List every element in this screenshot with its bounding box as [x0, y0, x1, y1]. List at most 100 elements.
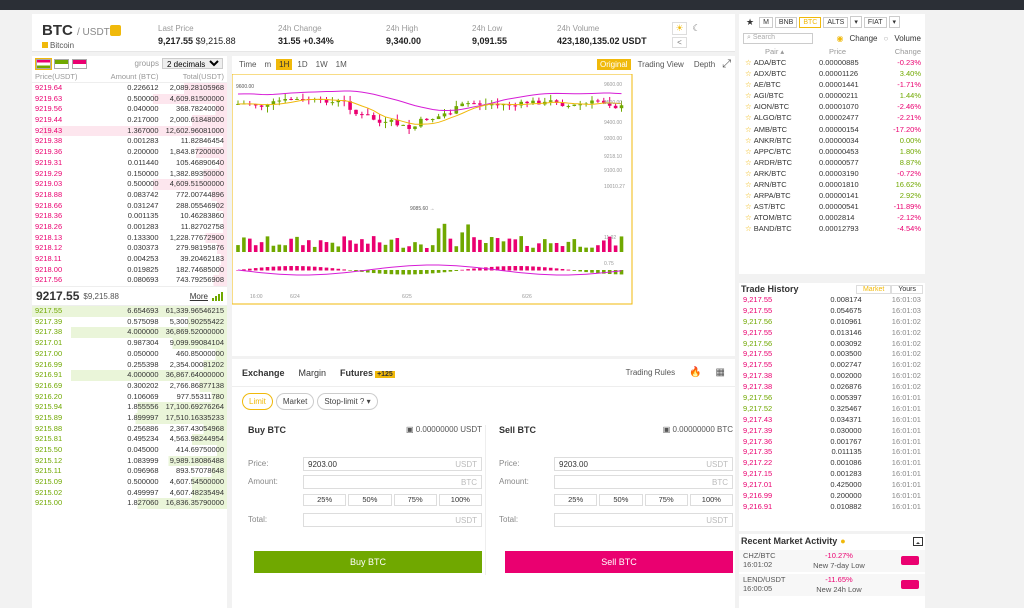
star-icon[interactable]: ☆	[745, 180, 752, 189]
buy-amount-input[interactable]: BTC	[303, 475, 482, 489]
interval-1m[interactable]: 1M	[333, 59, 350, 70]
orderbook-bid-row[interactable]: 9215.11 0.096968 893.57078648	[32, 466, 227, 478]
star-icon[interactable]: ☆	[745, 125, 752, 134]
favorites-star-icon[interactable]: ★	[743, 16, 757, 29]
orderbook-bid-row[interactable]: 9215.94 1.855556 17,100.69276264	[32, 402, 227, 413]
orderbook-ask-row[interactable]: 9217.56 0.080693 743.79256908	[32, 275, 227, 287]
activity-row[interactable]: LEND/USDT 16:00:05 -11.65% New 24h Low	[739, 574, 925, 596]
share-icon[interactable]: <	[672, 37, 687, 48]
more-link[interactable]: More	[190, 292, 208, 301]
order-type-limit[interactable]: Limit	[242, 393, 273, 410]
market-row[interactable]: ☆ ALGO/BTC 0.00002477 -2.21%	[739, 112, 925, 123]
star-icon[interactable]: ☆	[745, 91, 752, 100]
sell-pct-100[interactable]: 100%	[689, 494, 733, 506]
orderbook-bids-view-icon[interactable]	[54, 58, 69, 69]
fullscreen-icon[interactable]: ⤢	[722, 58, 731, 71]
sell-pct-25[interactable]: 25%	[554, 494, 598, 506]
tab-margin[interactable]: Margin	[299, 368, 327, 378]
buy-pct-75[interactable]: 75%	[393, 494, 437, 506]
orderbook-bid-row[interactable]: 9217.01 0.987304 9,099.99084104	[32, 338, 227, 349]
market-tab-btc[interactable]: BTC	[799, 16, 822, 28]
interval-minutes-dropdown[interactable]: m	[261, 59, 274, 70]
fiat-dropdown-icon[interactable]: ▾	[888, 16, 901, 28]
market-row[interactable]: ☆ APPC/BTC 0.00000453 1.80%	[739, 146, 925, 157]
info-icon[interactable]	[42, 42, 48, 48]
star-icon[interactable]: ☆	[745, 147, 752, 156]
star-icon[interactable]: ☆	[745, 58, 752, 67]
trading-rules-link[interactable]: Trading Rules	[626, 368, 676, 377]
market-row[interactable]: ☆ ADX/BTC 0.00001126 3.40%	[739, 68, 925, 79]
market-tab-bnb[interactable]: BNB	[774, 16, 798, 28]
orderbook-bid-row[interactable]: 9215.50 0.045000 414.69750000	[32, 445, 227, 456]
market-row[interactable]: ☆ AMB/BTC 0.00000154 -17.20%	[739, 124, 925, 135]
star-icon[interactable]: ☆	[745, 224, 752, 233]
orderbook-bid-row[interactable]: 9215.02 0.499997 4,607.48235494	[32, 487, 227, 499]
orderbook-ask-row[interactable]: 9219.64 0.226612 2,089.28105968	[32, 83, 227, 94]
interval-1w[interactable]: 1W	[313, 59, 331, 70]
market-row[interactable]: ☆ AGI/BTC 0.00000211 1.44%	[739, 90, 925, 101]
interval-1h[interactable]: 1H	[276, 58, 293, 70]
orderbook-bid-row[interactable]: 9216.99 0.255398 2,354.00081202	[32, 359, 227, 371]
volume-radio[interactable]: ○	[883, 34, 888, 43]
sell-pct-75[interactable]: 75%	[644, 494, 688, 506]
tab-exchange[interactable]: Exchange	[242, 368, 285, 378]
orderbook-both-view-icon[interactable]	[35, 57, 52, 70]
market-row[interactable]: ☆ AE/BTC 0.00001441 -1.71%	[739, 79, 925, 90]
orderbook-bid-row[interactable]: 9215.81 0.495234 4,563.98244954	[32, 434, 227, 445]
market-row[interactable]: ☆ ARN/BTC 0.00001810 16.62%	[739, 179, 925, 190]
orderbook-ask-row[interactable]: 9219.63 0.500000 4,609.81500000	[32, 93, 227, 105]
history-tab-market[interactable]: Market	[855, 284, 892, 294]
buy-button[interactable]: Buy BTC	[254, 551, 482, 573]
change-radio[interactable]: ◉	[836, 34, 843, 43]
orderbook-bid-row[interactable]: 9215.12 1.083999 9,989.18086488	[32, 455, 227, 467]
orderbook-bid-row[interactable]: 9215.09 0.500000 4,607.54500000	[32, 477, 227, 488]
orderbook-bid-row[interactable]: 9215.88 0.256886 2,367.43054968	[32, 423, 227, 435]
orderbook-bid-row[interactable]: 9216.69 0.300202 2,766.86877138	[32, 380, 227, 392]
market-row[interactable]: ☆ ADA/BTC 0.00000885 -0.23%	[739, 57, 925, 68]
market-row[interactable]: ☆ BAND/BTC 0.00012793 -4.54%	[739, 223, 925, 234]
orderbook-bid-row[interactable]: 9215.89 1.899997 17,510.16335233	[32, 412, 227, 424]
sell-button[interactable]: Sell BTC	[505, 551, 733, 573]
sell-pct-50[interactable]: 50%	[599, 494, 643, 506]
order-type-stop-limit[interactable]: Stop-limit ? ▾	[317, 393, 378, 410]
market-search-input[interactable]: ⌕ Search	[743, 32, 813, 44]
orderbook-ask-row[interactable]: 9219.56 0.040000 368.78240000	[32, 104, 227, 116]
star-icon[interactable]: ☆	[745, 80, 752, 89]
alts-dropdown-icon[interactable]: ▾	[850, 16, 862, 28]
pair-sort-header[interactable]: Pair ▴	[745, 46, 819, 57]
light-theme-icon[interactable]: ☀	[672, 22, 687, 35]
market-tab-fiat[interactable]: FIAT	[863, 16, 887, 28]
orderbook-bid-row[interactable]: 9216.20 0.106069 977.55311780	[32, 391, 227, 403]
star-icon[interactable]: ☆	[745, 158, 752, 167]
market-tab-margin[interactable]: M	[759, 16, 773, 28]
market-row[interactable]: ☆ ARPA/BTC 0.00000141 2.92%	[739, 190, 925, 201]
star-icon[interactable]: ☆	[745, 169, 752, 178]
tab-futures[interactable]: Futures +125	[340, 368, 395, 378]
market-row[interactable]: ☆ AST/BTC 0.00000541 -11.89%	[739, 201, 925, 212]
candlestick-chart[interactable]: 9600.00 9500.00 9400.00 9300.00 9218.10 9100.…	[232, 74, 735, 356]
star-icon[interactable]: ☆	[745, 136, 752, 145]
star-icon[interactable]: ☆	[745, 69, 752, 78]
market-row[interactable]: ☆ ANKR/BTC 0.00000034 0.00%	[739, 135, 925, 146]
orderbook-ask-row[interactable]: 9218.26 0.001283 11.82702758	[32, 221, 227, 233]
orderbook-ask-row[interactable]: 9218.36 0.001135 10.46283860	[32, 211, 227, 222]
orderbook-ask-row[interactable]: 9218.00 0.019825 182.74685000	[32, 264, 227, 276]
market-row[interactable]: ☆ ATOM/BTC 0.0002814 -2.12%	[739, 212, 925, 223]
orderbook-bid-row[interactable]: 9217.55 6.654693 61,339.96546215	[32, 306, 227, 317]
orderbook-bid-row[interactable]: 9217.38 4.000000 36,869.52000000	[32, 327, 227, 339]
orderbook-ask-row[interactable]: 9219.03 0.500000 4,609.51500000	[32, 179, 227, 190]
orderbook-ask-row[interactable]: 9218.11 0.004253 39.20462183	[32, 254, 227, 265]
calculator-icon[interactable]: ▦	[716, 367, 725, 378]
orderbook-bid-row[interactable]: 9217.00 0.050000 460.85000000	[32, 348, 227, 360]
star-icon[interactable]: ☆	[745, 213, 752, 222]
orderbook-ask-row[interactable]: 9219.44 0.217000 2,000.61848000	[32, 115, 227, 126]
orderbook-asks-view-icon[interactable]	[72, 58, 87, 69]
star-icon[interactable]: ☆	[745, 202, 752, 211]
buy-total-input[interactable]: USDT	[303, 513, 482, 527]
orderbook-ask-row[interactable]: 9218.12 0.030373 279.98195876	[32, 243, 227, 254]
orderbook-ask-row[interactable]: 9219.36 0.200000 1,843.87200000	[32, 147, 227, 158]
view-original-tab[interactable]: Original	[597, 58, 631, 70]
history-tab-yours[interactable]: Yours	[891, 284, 923, 294]
orderbook-ask-row[interactable]: 9218.66 0.031247 288.05546902	[32, 200, 227, 212]
view-depth-tab[interactable]: Depth	[691, 59, 718, 70]
